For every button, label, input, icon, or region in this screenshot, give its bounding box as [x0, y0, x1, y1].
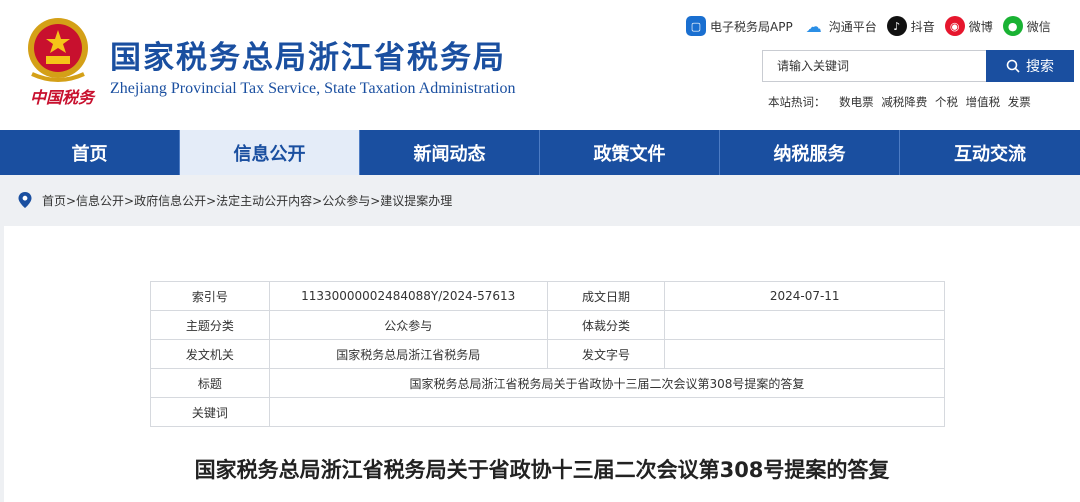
- nav-item-tax-service[interactable]: 纳税服务: [720, 130, 900, 175]
- link-label: 抖音: [910, 19, 935, 34]
- app-icon: ▢: [686, 16, 706, 36]
- search-input[interactable]: [762, 50, 986, 82]
- meta-value: 公众参与: [268, 310, 548, 340]
- main-nav: 首页 信息公开 新闻动态 政策文件 纳税服务 互动交流: [0, 130, 1080, 175]
- search-button[interactable]: 搜索: [986, 50, 1074, 82]
- link-tiktok[interactable]: ♪ 抖音: [886, 16, 935, 36]
- link-label: 沟通平台: [828, 19, 877, 34]
- meta-label: 关键词: [150, 397, 270, 427]
- meta-value: 国家税务总局浙江省税务局: [268, 339, 548, 369]
- nav-item-interaction[interactable]: 互动交流: [900, 130, 1080, 175]
- hot-keyword[interactable]: 个税: [935, 95, 958, 109]
- nav-item-info-disclosure[interactable]: 信息公开: [180, 130, 360, 175]
- link-etax-app[interactable]: ▢ 电子税务局APP: [686, 16, 793, 36]
- document-meta-table: 索引号 11330000002484088Y/2024-57613 成文日期 2…: [150, 281, 946, 427]
- meta-value: [664, 339, 945, 369]
- nav-item-news[interactable]: 新闻动态: [360, 130, 540, 175]
- meta-label: 发文字号: [546, 339, 666, 369]
- link-label: 微信: [1026, 19, 1051, 34]
- breadcrumb-path[interactable]: 首页>信息公开>政府信息公开>法定主动公开内容>公众参与>建议提案办理: [42, 192, 452, 209]
- site-title-english: Zhejiang Provincial Tax Service, State T…: [110, 80, 516, 97]
- table-row: 标题 国家税务总局浙江省税务局关于省政协十三届二次会议第308号提案的答复: [150, 368, 946, 398]
- tiktok-icon: ♪: [886, 16, 907, 36]
- weibo-icon: ◉: [944, 16, 965, 36]
- table-row: 索引号 11330000002484088Y/2024-57613 成文日期 2…: [150, 281, 945, 311]
- site-title[interactable]: 国家税务总局浙江省税务局: [110, 32, 506, 77]
- meta-value: [268, 397, 946, 427]
- meta-value: 11330000002484088Y/2024-57613: [268, 281, 548, 311]
- national-emblem-icon[interactable]: [22, 14, 94, 86]
- document-title: 国家税务总局浙江省税务局关于省政协十三届二次会议第308号提案的答复: [194, 458, 890, 482]
- site-header: 中国税务 国家税务总局浙江省税务局 Zhejiang Provincial Ta…: [0, 0, 1080, 130]
- table-row: 关键词: [150, 397, 946, 427]
- location-pin-icon: [18, 192, 32, 208]
- link-label: 电子税务局APP: [710, 19, 793, 34]
- tax-seal-logo: 中国税务: [30, 88, 95, 107]
- hot-keywords: 本站热词： 数电票 减税降费 个税 增值税 发票: [768, 94, 1035, 110]
- search-button-label: 搜索: [1026, 59, 1054, 75]
- hot-keyword[interactable]: 发票: [1008, 95, 1031, 109]
- meta-label: 索引号: [150, 281, 270, 311]
- table-row: 发文机关 国家税务总局浙江省税务局 发文字号: [150, 339, 945, 369]
- meta-label: 标题: [150, 368, 270, 398]
- nav-item-policy[interactable]: 政策文件: [540, 130, 720, 175]
- search-icon: [1006, 59, 1020, 73]
- nav-item-home[interactable]: 首页: [0, 130, 180, 175]
- cloud-icon: ☁: [805, 16, 822, 36]
- link-weibo[interactable]: ◉ 微博: [944, 16, 993, 36]
- wechat-icon: ●: [1002, 16, 1023, 36]
- search-bar: 搜索: [762, 50, 1074, 82]
- hot-keyword[interactable]: 增值税: [966, 95, 1001, 109]
- link-platform[interactable]: ☁ 沟通平台: [803, 16, 877, 36]
- meta-label: 成文日期: [546, 281, 666, 311]
- meta-label: 发文机关: [150, 339, 270, 369]
- meta-label: 主题分类: [150, 310, 270, 340]
- hot-keywords-label: 本站热词：: [768, 95, 826, 109]
- meta-value: 2024-07-11: [664, 281, 945, 311]
- meta-value: [664, 310, 945, 340]
- quick-links: ▢ 电子税务局APP ☁ 沟通平台 ♪ 抖音 ◉ 微博 ● 微信: [686, 14, 1051, 38]
- link-wechat[interactable]: ● 微信: [1002, 16, 1051, 36]
- link-label: 微博: [968, 19, 993, 34]
- meta-value: 国家税务总局浙江省税务局关于省政协十三届二次会议第308号提案的答复: [268, 368, 946, 398]
- meta-label: 体裁分类: [546, 310, 666, 340]
- hot-keyword[interactable]: 减税降费: [881, 95, 927, 109]
- breadcrumb: 首页>信息公开>政府信息公开>法定主动公开内容>公众参与>建议提案办理: [18, 190, 452, 210]
- hot-keyword[interactable]: 数电票: [839, 95, 874, 109]
- table-row: 主题分类 公众参与 体裁分类: [150, 310, 945, 340]
- article-panel: 索引号 11330000002484088Y/2024-57613 成文日期 2…: [4, 226, 1080, 502]
